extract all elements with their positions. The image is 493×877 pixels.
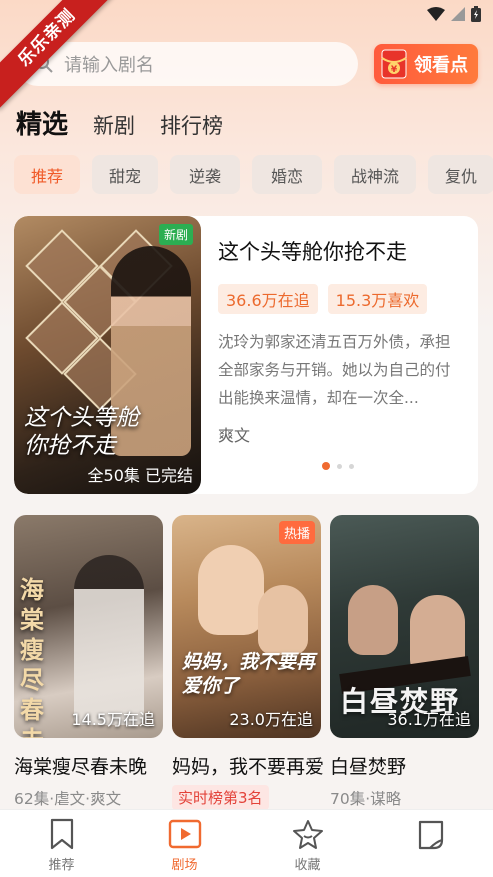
carousel-dot xyxy=(337,463,342,469)
hot-badge: 热播 xyxy=(278,521,315,544)
tab-new[interactable]: 新剧 xyxy=(93,110,135,140)
drama-meta: 70集·谋略 xyxy=(330,790,402,808)
drama-poster[interactable]: 妈妈，我不要再爱你了 热播 23.0万在追 xyxy=(172,515,321,738)
play-icon xyxy=(168,819,201,849)
rank-badge: 实时榜第3名 xyxy=(172,785,269,810)
drama-poster[interactable]: 白昼焚野 36.1万在追 xyxy=(330,515,479,738)
tab-featured[interactable]: 精选 xyxy=(16,104,68,141)
signal-icon xyxy=(451,7,465,21)
red-envelope-icon: ¥ xyxy=(381,49,407,79)
chip-recommended[interactable]: 推荐 xyxy=(14,155,80,194)
featured-card[interactable]: 这个头等舱你抢不走 全50集 已完结 新剧 这个头等舱你抢不走 36.6万在追 … xyxy=(14,216,478,494)
likes-badge: 15.3万喜欢 xyxy=(327,284,428,314)
drama-poster[interactable]: 海棠瘦尽春未晚 14.5万在追 xyxy=(14,515,163,738)
battery-icon xyxy=(471,6,481,22)
drama-title[interactable]: 海棠瘦尽春未晚 xyxy=(14,752,163,779)
search-placeholder: 请输入剧名 xyxy=(64,55,154,76)
poster-figure xyxy=(74,555,144,725)
wifi-icon xyxy=(427,7,445,21)
tab-ranking[interactable]: 排行榜 xyxy=(160,110,223,140)
chip-sweet[interactable]: 甜宠 xyxy=(92,155,158,194)
featured-episodes: 全50集 已完结 xyxy=(87,466,193,485)
new-badge: 新剧 xyxy=(158,224,193,245)
drama-followers: 36.1万在追 xyxy=(387,710,471,729)
nav-favorites-label: 收藏 xyxy=(294,858,321,873)
drama-title[interactable]: 白昼焚野 xyxy=(330,752,479,779)
featured-stats: 36.6万在追 15.3万喜欢 xyxy=(218,284,462,314)
bookmark-icon xyxy=(50,818,73,850)
poster-figure xyxy=(348,585,398,655)
drama-card[interactable]: 妈妈，我不要再爱你了 热播 23.0万在追 妈妈，我不要再爱你了 实时榜第3名 xyxy=(172,515,324,810)
nav-recommend-label: 推荐 xyxy=(48,858,75,873)
nav-theater[interactable]: 剧场 xyxy=(123,810,246,877)
poster-figure xyxy=(198,545,264,635)
nav-recommend[interactable]: 推荐 xyxy=(0,810,123,877)
drama-poster-title: 妈妈，我不要再爱你了 xyxy=(182,651,316,697)
chip-revenge[interactable]: 复仇 xyxy=(428,155,493,194)
status-icons xyxy=(427,6,481,22)
chip-comeback[interactable]: 逆袭 xyxy=(170,155,240,194)
svg-text:¥: ¥ xyxy=(391,65,398,75)
drama-title[interactable]: 妈妈，我不要再爱你了 xyxy=(172,752,324,779)
featured-poster[interactable]: 这个头等舱你抢不走 全50集 已完结 新剧 xyxy=(14,216,201,494)
nav-theater-label: 剧场 xyxy=(171,858,198,873)
drama-card[interactable]: 白昼焚野 36.1万在追 白昼焚野 70集·谋略 xyxy=(330,515,479,809)
featured-genre: 爽文 xyxy=(218,426,251,445)
featured-info: 这个头等舱你抢不走 36.6万在追 15.3万喜欢 沈玲为郭家还清五百万外债，承… xyxy=(218,236,462,446)
nav-favorites[interactable]: 收藏 xyxy=(246,810,369,877)
drama-followers: 14.5万在追 xyxy=(71,710,155,729)
carousel-indicator xyxy=(322,462,354,470)
claim-points-button[interactable]: ¥ 领看点 xyxy=(374,44,478,84)
followers-badge: 36.6万在追 xyxy=(218,284,318,314)
chip-marriage[interactable]: 婚恋 xyxy=(252,155,322,194)
top-tabs: 精选 新剧 排行榜 xyxy=(16,104,248,141)
featured-description: 沈玲为郭家还清五百万外债，承担全部家务与开销。她以为自己的付出能换来温情，却在一… xyxy=(218,333,451,407)
search-bar[interactable]: 请输入剧名 xyxy=(16,42,358,86)
carousel-dot xyxy=(349,463,354,469)
poster-figure xyxy=(258,585,308,655)
star-icon xyxy=(292,820,323,849)
drama-poster-title: 海棠瘦尽春未晚 xyxy=(20,575,44,738)
category-chips: 推荐 甜宠 逆袭 婚恋 战神流 复仇 xyxy=(14,155,493,194)
chip-war-god[interactable]: 战神流 xyxy=(334,155,416,194)
drama-followers: 23.0万在追 xyxy=(229,710,313,729)
bottom-navigation: 推荐 剧场 收藏 xyxy=(0,809,493,877)
featured-title[interactable]: 这个头等舱你抢不走 xyxy=(218,236,462,266)
featured-poster-title: 这个头等舱你抢不走 xyxy=(24,405,139,459)
drama-meta: 62集·虐文·爽文 xyxy=(14,790,122,808)
profile-icon xyxy=(418,820,443,850)
nav-profile[interactable] xyxy=(369,810,492,877)
carousel-dot-active xyxy=(322,462,330,470)
drama-card[interactable]: 海棠瘦尽春未晚 14.5万在追 海棠瘦尽春未晚 62集·虐文·爽文 xyxy=(14,515,163,809)
claim-points-label: 领看点 xyxy=(414,55,468,76)
